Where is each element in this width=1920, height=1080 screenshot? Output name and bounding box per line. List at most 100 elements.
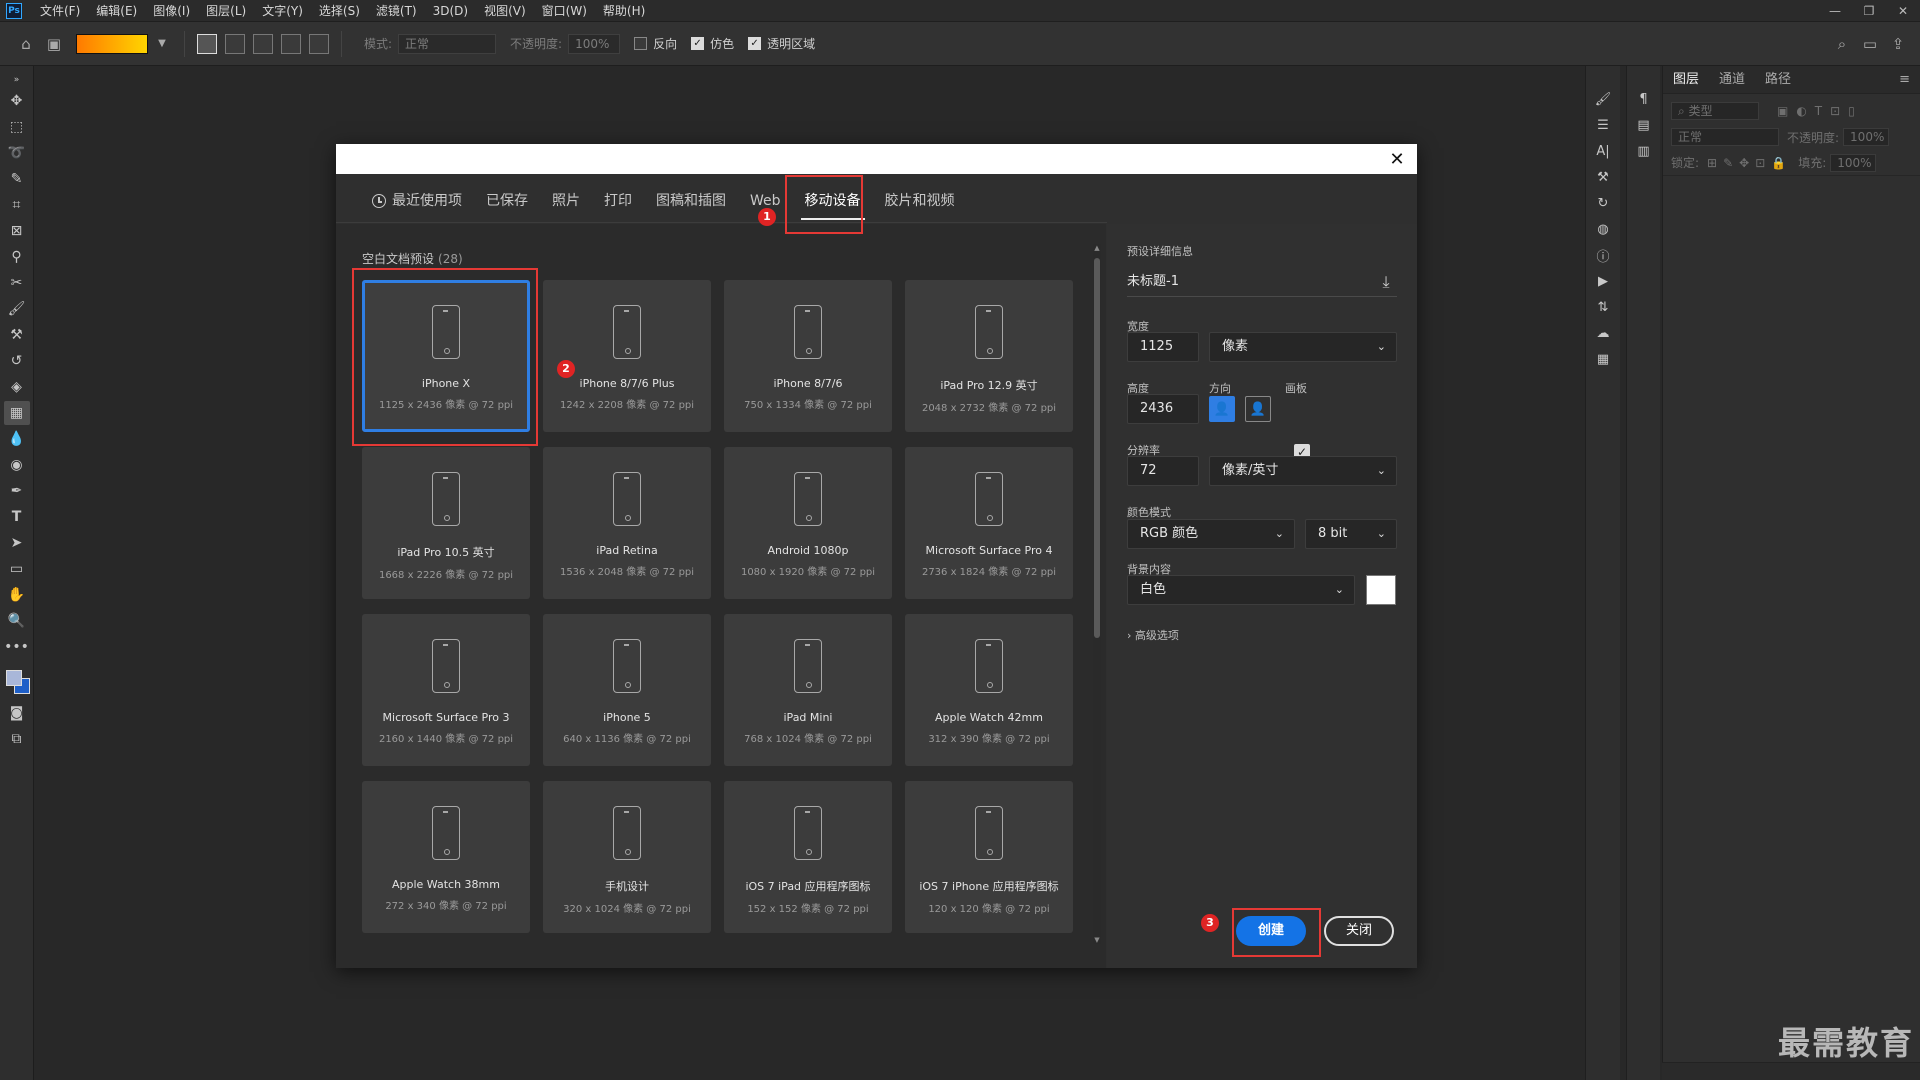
preset-card[interactable]: iPad Mini 768 x 1024 像素 @ 72 ppi: [724, 614, 892, 766]
preset-card[interactable]: iOS 7 iPad 应用程序图标 152 x 152 像素 @ 72 ppi: [724, 781, 892, 933]
angle-gradient-button[interactable]: [253, 33, 273, 54]
bit-depth-select[interactable]: 8 bit ⌄: [1305, 519, 1397, 549]
adjustments-icon[interactable]: ☰: [1591, 112, 1615, 138]
menu-select[interactable]: 选择(S): [311, 0, 368, 22]
type-tool-icon[interactable]: T: [4, 505, 30, 529]
properties-icon[interactable]: ⇅: [1591, 294, 1615, 320]
blur-tool-icon[interactable]: 💧: [4, 427, 30, 451]
lasso-tool-icon[interactable]: ➰: [4, 141, 30, 165]
toolbar-collapse-icon[interactable]: »: [4, 73, 30, 87]
menu-window[interactable]: 窗口(W): [534, 0, 595, 22]
tab-recent[interactable]: 最近使用项: [360, 186, 474, 216]
preset-card[interactable]: iPhone 8/7/6 Plus 1242 x 2208 像素 @ 72 ppi: [543, 280, 711, 432]
preset-card[interactable]: iPhone 5 640 x 1136 像素 @ 72 ppi: [543, 614, 711, 766]
portrait-icon[interactable]: 👤: [1209, 396, 1235, 422]
height-input[interactable]: 2436: [1127, 394, 1199, 424]
bg-color-swatch[interactable]: [1366, 575, 1396, 605]
diamond-gradient-button[interactable]: [309, 33, 329, 54]
preset-card[interactable]: iPad Pro 12.9 英寸 2048 x 2732 像素 @ 72 ppi: [905, 280, 1073, 432]
marquee-tool-icon[interactable]: ⬚: [4, 115, 30, 139]
width-unit-select[interactable]: 像素 ⌄: [1209, 332, 1397, 362]
menu-filter[interactable]: 滤镜(T): [368, 0, 425, 22]
gradient-tool-icon[interactable]: ▦: [3, 401, 30, 425]
reflected-gradient-button[interactable]: [281, 33, 301, 54]
brush-settings-icon[interactable]: 🖌: [1591, 86, 1615, 112]
save-preset-icon[interactable]: ⤓: [1375, 271, 1397, 293]
crop-tool-icon[interactable]: ⌗: [4, 193, 30, 217]
layer-opacity-field[interactable]: 100%: [1843, 128, 1890, 146]
menu-help[interactable]: 帮助(H): [595, 0, 653, 22]
menu-type[interactable]: 文字(Y): [254, 0, 311, 22]
frame-tool-icon[interactable]: ⊠: [4, 219, 30, 243]
menu-view[interactable]: 视图(V): [476, 0, 534, 22]
color-swatches[interactable]: [4, 666, 30, 700]
info-icon[interactable]: ⓘ: [1591, 242, 1615, 268]
radial-gradient-button[interactable]: [225, 33, 245, 54]
more-tools-icon[interactable]: •••: [4, 635, 30, 659]
preset-card[interactable]: Apple Watch 42mm 312 x 390 像素 @ 72 ppi: [905, 614, 1073, 766]
chevron-down-icon[interactable]: ▼: [148, 30, 176, 58]
menu-3d[interactable]: 3D(D): [425, 0, 476, 22]
workspace-icon[interactable]: ▭: [1856, 30, 1884, 58]
preset-card[interactable]: Android 1080p 1080 x 1920 像素 @ 72 ppi: [724, 447, 892, 599]
tab-channels[interactable]: 通道: [1709, 68, 1755, 93]
bg-contents-select[interactable]: 白色 ⌄: [1127, 575, 1355, 605]
paragraph-icon[interactable]: ¶: [1632, 86, 1656, 112]
resolution-unit-select[interactable]: 像素/英寸 ⌄: [1209, 456, 1397, 486]
blend-mode-select[interactable]: 正常: [1671, 128, 1779, 146]
landscape-icon[interactable]: 👤: [1245, 396, 1271, 422]
menu-image[interactable]: 图像(I): [145, 0, 198, 22]
tool-preset-icon[interactable]: ▣: [40, 30, 68, 58]
actions-icon[interactable]: ▶: [1591, 268, 1615, 294]
tab-saved[interactable]: 已保存: [474, 186, 540, 216]
tab-print[interactable]: 打印: [592, 186, 644, 216]
screen-mode-icon[interactable]: ⧉: [4, 727, 30, 751]
menu-edit[interactable]: 编辑(E): [88, 0, 145, 22]
search-icon[interactable]: ⌕: [1828, 30, 1856, 58]
preset-card[interactable]: Microsoft Surface Pro 4 2736 x 1824 像素 @ …: [905, 447, 1073, 599]
rectangle-tool-icon[interactable]: ▭: [4, 557, 30, 581]
scroll-down-icon[interactable]: ▼: [1093, 936, 1101, 944]
menu-file[interactable]: 文件(F): [32, 0, 88, 22]
share-icon[interactable]: ⇪: [1884, 30, 1912, 58]
move-tool-icon[interactable]: ✥: [4, 89, 30, 113]
pen-tool-icon[interactable]: ✒: [4, 479, 30, 503]
brush-tool-icon[interactable]: 🖌: [4, 297, 30, 321]
tab-layers[interactable]: 图层: [1663, 68, 1709, 93]
tab-film-video[interactable]: 胶片和视频: [873, 186, 967, 216]
resolution-input[interactable]: 72: [1127, 456, 1199, 486]
gradient-picker[interactable]: [76, 33, 148, 54]
preset-card[interactable]: 手机设计 320 x 1024 像素 @ 72 ppi: [543, 781, 711, 933]
healing-tool-icon[interactable]: ✂: [4, 271, 30, 295]
zoom-tool-icon[interactable]: 🔍: [4, 609, 30, 633]
eyedropper-tool-icon[interactable]: ⚲: [4, 245, 30, 269]
home-icon[interactable]: ⌂: [12, 30, 40, 58]
panel-menu-icon[interactable]: ≡: [1889, 72, 1920, 93]
color-icon[interactable]: ◍: [1591, 216, 1615, 242]
restore-icon[interactable]: ❐: [1852, 0, 1886, 22]
preset-card[interactable]: Apple Watch 38mm 272 x 340 像素 @ 72 ppi: [362, 781, 530, 933]
history-brush-tool-icon[interactable]: ↺: [4, 349, 30, 373]
grid-icon[interactable]: ▦: [1591, 346, 1615, 372]
tab-art-illustration[interactable]: 图稿和插图: [644, 186, 738, 216]
color-mode-select[interactable]: RGB 颜色 ⌄: [1127, 519, 1295, 549]
stamp-tool-icon[interactable]: ⚒: [4, 323, 30, 347]
transparency-checkbox[interactable]: ✓ 透明区域: [748, 35, 815, 52]
document-name-field[interactable]: 未标题-1 ⤓: [1127, 269, 1397, 297]
preset-card[interactable]: iPhone 8/7/6 750 x 1334 像素 @ 72 ppi: [724, 280, 892, 432]
width-input[interactable]: 1125: [1127, 332, 1199, 362]
dodge-tool-icon[interactable]: ◉: [4, 453, 30, 477]
scrollbar-thumb[interactable]: [1094, 258, 1100, 638]
hand-tool-icon[interactable]: ✋: [4, 583, 30, 607]
tab-paths[interactable]: 路径: [1755, 68, 1801, 93]
minimize-icon[interactable]: —: [1818, 0, 1852, 22]
scroll-up-icon[interactable]: ▲: [1093, 244, 1101, 252]
history-icon[interactable]: ↻: [1591, 190, 1615, 216]
tab-photo[interactable]: 照片: [540, 186, 592, 216]
lock-icons[interactable]: ⊞✎✥⊡🔒: [1707, 156, 1792, 170]
reverse-checkbox[interactable]: 反向: [634, 35, 677, 52]
presets-scrollbar[interactable]: ▲ ▼: [1093, 244, 1101, 944]
quick-select-tool-icon[interactable]: ✎: [4, 167, 30, 191]
quick-mask-icon[interactable]: ◙: [4, 701, 30, 725]
close-button[interactable]: 关闭: [1324, 916, 1394, 946]
